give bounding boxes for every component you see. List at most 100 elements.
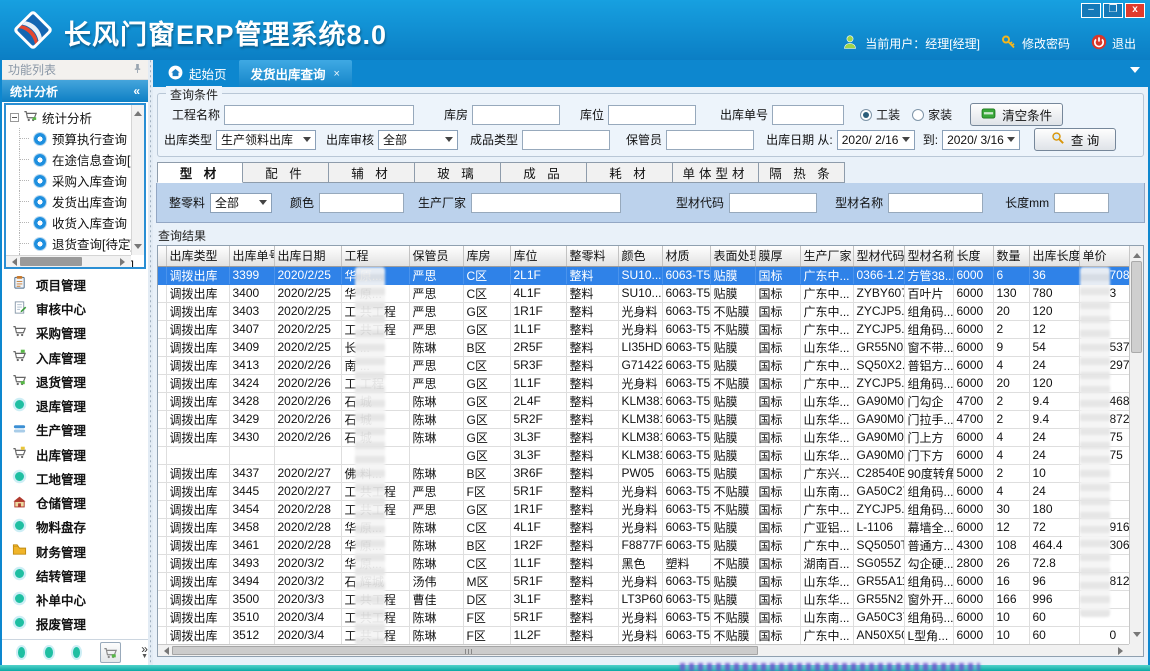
sidebar-item-10[interactable]: 物料盘存 xyxy=(2,516,148,538)
scrollbar-thumb[interactable] xyxy=(172,646,758,655)
tab-close-icon[interactable]: × xyxy=(334,68,340,80)
sidebar-item-12[interactable]: 结转管理 xyxy=(2,564,148,586)
radio-home[interactable]: 家装 xyxy=(912,106,952,123)
location-input[interactable] xyxy=(608,105,696,125)
column-header[interactable]: 长度 xyxy=(953,246,993,266)
product-type-input[interactable] xyxy=(522,130,610,150)
table-row[interactable]: 调拨出库34452020/2/27工 共工程严思F区5R1F整料光身料6063-… xyxy=(158,482,1144,500)
scroll-left-icon[interactable] xyxy=(160,647,169,655)
scroll-right-icon[interactable] xyxy=(120,258,129,266)
tab-list-dropdown-icon[interactable] xyxy=(1130,67,1140,78)
column-header[interactable]: 库房 xyxy=(463,246,510,266)
table-row[interactable]: 调拨出库35122020/3/4工 共工程陈琳F区1L2F整料光身料6063-T… xyxy=(158,626,1144,644)
material-tab-7[interactable]: 隔 热 条 xyxy=(759,162,845,183)
sidebar-item-4[interactable]: 退货管理 xyxy=(2,370,148,392)
date-from-picker[interactable]: 2020/ 2/16 xyxy=(837,130,915,150)
scrollbar-thumb[interactable] xyxy=(1131,261,1142,353)
scroll-right-icon[interactable] xyxy=(1118,647,1127,655)
sidebar-item-0[interactable]: 项目管理 xyxy=(2,273,148,295)
profile-code-input[interactable] xyxy=(729,193,817,213)
outbound-type-select[interactable]: 生产领料出库 xyxy=(216,130,316,150)
tree-item-5[interactable]: 退货查询[待定] xyxy=(10,233,144,254)
table-row[interactable]: 调拨出库34242020/2/26工 工程严思G区1L1F整料光身料6063-T… xyxy=(158,374,1144,392)
sidebar-item-11[interactable]: 财务管理 xyxy=(2,540,148,562)
sidebar-item-7[interactable]: 出库管理 xyxy=(2,443,148,465)
column-header[interactable]: 型材名称 xyxy=(904,246,953,266)
tree-item-1[interactable]: 在途信息查询[待 xyxy=(10,149,144,170)
tree-item-3[interactable]: 发货出库查询 xyxy=(10,191,144,212)
table-row[interactable]: 调拨出库34932020/3/2华 原...陈琳C区1L1F整料黑色塑料不贴膜国… xyxy=(158,554,1144,572)
length-input[interactable] xyxy=(1054,193,1109,213)
tree-item-2[interactable]: 采购入库查询 xyxy=(10,170,144,191)
sidebar-item-13[interactable]: 补单中心 xyxy=(2,589,148,611)
material-tab-2[interactable]: 辅 材 xyxy=(329,162,415,183)
audit-select[interactable]: 全部 xyxy=(378,130,458,150)
table-row[interactable]: 调拨出库35102020/3/4工 共工程陈琳F区5R1F整料光身料6063-T… xyxy=(158,608,1144,626)
table-row[interactable]: 调拨出库34582020/2/28华 原...陈琳C区4L1F整料光身料6063… xyxy=(158,518,1144,536)
sidebar-item-3[interactable]: 入库管理 xyxy=(2,346,148,368)
column-header[interactable]: 数量 xyxy=(993,246,1029,266)
scrollbar-thumb[interactable] xyxy=(20,257,82,266)
table-row[interactable]: 调拨出库34032020/2/25工 共工程严思G区1R1F整料光身料6063-… xyxy=(158,302,1144,320)
date-to-picker[interactable]: 2020/ 3/16 xyxy=(942,130,1020,150)
table-row[interactable]: 调拨出库34072020/2/25工 共工程严思G区1L1F整料光身料6063-… xyxy=(158,320,1144,338)
scroll-up-icon[interactable] xyxy=(1133,249,1141,258)
sidebar-item-6[interactable]: 生产管理 xyxy=(2,419,148,441)
column-header[interactable]: 出库日期 xyxy=(274,246,341,266)
column-header[interactable]: 出库单号 xyxy=(229,246,274,266)
sidebar-item-8[interactable]: 工地管理 xyxy=(2,467,148,489)
tab-outbound-query[interactable]: 发货出库查询 × xyxy=(239,60,352,87)
module-dot-icon[interactable] xyxy=(18,647,25,658)
table-row[interactable]: 调拨出库34092020/2/25长 ...陈琳B区2R5F整料LI35HD60… xyxy=(158,338,1144,356)
table-row[interactable]: 调拨出库34002020/2/25华 原...严思C区4L1F整料SU10...… xyxy=(158,284,1144,302)
minimize-button[interactable]: – xyxy=(1081,3,1101,18)
column-header[interactable]: 出库长度 xyxy=(1029,246,1079,266)
material-tab-4[interactable]: 成 品 xyxy=(501,162,587,183)
column-header[interactable]: 表面处理 xyxy=(710,246,755,266)
tree-item-0[interactable]: 预算执行查询 xyxy=(10,128,144,149)
table-row[interactable]: 调拨出库34132020/2/26南 ...严思C区5R3F整料G7142260… xyxy=(158,356,1144,374)
project-name-input[interactable] xyxy=(224,105,414,125)
column-header[interactable]: 整零料 xyxy=(566,246,618,266)
scroll-left-icon[interactable] xyxy=(8,258,17,266)
table-row[interactable]: 调拨出库34292020/2/26石 城陈琳G区5R2F整料KLM3817606… xyxy=(158,410,1144,428)
column-header[interactable]: 材质 xyxy=(662,246,710,266)
pin-icon[interactable] xyxy=(133,63,142,77)
material-tab-1[interactable]: 配 件 xyxy=(243,162,329,183)
manufacturer-input[interactable] xyxy=(471,193,621,213)
logout-link[interactable]: 退出 xyxy=(1091,34,1136,53)
tree-horizontal-scrollbar[interactable] xyxy=(6,255,131,267)
column-header[interactable]: 膜厚 xyxy=(755,246,800,266)
table-row[interactable]: 调拨出库34942020/3/2石 辉城汤伟M区5R1F整料光身料6063-T5… xyxy=(158,572,1144,590)
grid-vertical-scrollbar[interactable] xyxy=(1129,246,1143,644)
search-button[interactable]: 查 询 xyxy=(1034,128,1116,151)
table-row[interactable]: 调拨出库34372020/2/27佛 料...陈琳B区3R6F整料PW05606… xyxy=(158,464,1144,482)
column-header[interactable]: 出库类型 xyxy=(166,246,229,266)
order-no-input[interactable] xyxy=(772,105,844,125)
tree-root-node[interactable]: 统计分析 xyxy=(10,107,144,128)
clear-conditions-button[interactable]: 清空条件 xyxy=(970,103,1063,126)
tab-home[interactable]: 起始页 xyxy=(156,60,239,87)
column-header[interactable]: 型材代码 xyxy=(853,246,904,266)
column-header[interactable]: 工程 xyxy=(341,246,409,266)
table-row[interactable]: 调拨出库34542020/2/28工 共工程严思G区1R1F整料光身料6063-… xyxy=(158,500,1144,518)
tree-expander-icon[interactable] xyxy=(10,113,19,122)
tree-vertical-scrollbar[interactable] xyxy=(131,105,144,255)
radio-industrial[interactable]: 工装 xyxy=(860,106,900,123)
maximize-button[interactable]: ❐ xyxy=(1103,3,1123,18)
whole-part-select[interactable]: 全部 xyxy=(210,193,272,213)
cart-module-button[interactable] xyxy=(100,642,121,663)
module-dot-icon[interactable] xyxy=(73,647,80,658)
table-row[interactable]: G区3L3F整料KLM38176063-T5贴膜国标山东华...GA90M09.… xyxy=(158,446,1144,464)
grid-horizontal-scrollbar[interactable] xyxy=(158,644,1129,656)
material-tab-3[interactable]: 玻 璃 xyxy=(415,162,501,183)
scroll-down-icon[interactable] xyxy=(1133,632,1141,641)
profile-name-input[interactable] xyxy=(888,193,983,213)
module-dot-icon[interactable] xyxy=(45,647,52,658)
close-button[interactable]: x xyxy=(1125,3,1145,18)
sidebar-item-9[interactable]: 仓储管理 xyxy=(2,492,148,514)
scroll-up-icon[interactable] xyxy=(134,107,142,116)
table-row[interactable]: 调拨出库35002020/3/3工 共工程曹佳D区3L1F整料LT3P60606… xyxy=(158,590,1144,608)
scroll-down-icon[interactable] xyxy=(134,244,142,253)
sidebar-item-2[interactable]: 采购管理 xyxy=(2,322,148,344)
